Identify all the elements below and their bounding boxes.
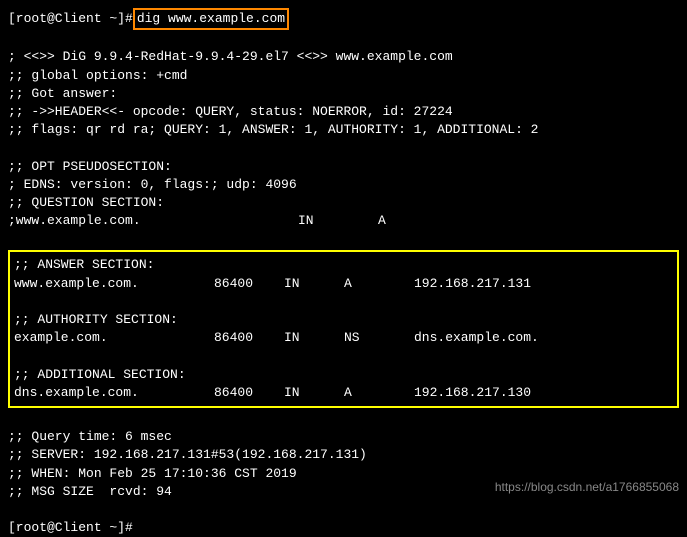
blank-line: [8, 410, 679, 428]
blank-line: [8, 30, 679, 48]
authority-section-title: ;; AUTHORITY SECTION:: [14, 311, 673, 329]
shell-prompt-idle[interactable]: [root@Client ~]#: [8, 519, 679, 537]
additional-type: A: [344, 384, 414, 402]
additional-name: dns.example.com.: [14, 384, 214, 402]
command-highlight-box: dig www.example.com: [133, 8, 289, 30]
got-answer-line: ;; Got answer:: [8, 85, 679, 103]
dns-sections-highlight-box: ;; ANSWER SECTION: www.example.com. 8640…: [8, 250, 679, 408]
authority-row: example.com. 86400 IN NS dns.example.com…: [14, 329, 673, 347]
answer-ttl: 86400: [214, 275, 284, 293]
authority-data: dns.example.com.: [414, 329, 673, 347]
additional-class: IN: [284, 384, 344, 402]
flags-line: ;; flags: qr rd ra; QUERY: 1, ANSWER: 1,…: [8, 121, 679, 139]
additional-ttl: 86400: [214, 384, 284, 402]
header-opcode-line: ;; ->>HEADER<<- opcode: QUERY, status: N…: [8, 103, 679, 121]
dig-command: dig www.example.com: [137, 11, 285, 26]
authority-class: IN: [284, 329, 344, 347]
additional-row: dns.example.com. 86400 IN A 192.168.217.…: [14, 384, 673, 402]
dig-version-line: ; <<>> DiG 9.9.4-RedHat-9.9.4-29.el7 <<>…: [8, 48, 679, 66]
question-name: ;www.example.com.: [8, 212, 298, 230]
global-options-line: ;; global options: +cmd: [8, 67, 679, 85]
answer-row: www.example.com. 86400 IN A 192.168.217.…: [14, 275, 673, 293]
query-time-line: ;; Query time: 6 msec: [8, 428, 679, 446]
question-section-title: ;; QUESTION SECTION:: [8, 194, 679, 212]
edns-line: ; EDNS: version: 0, flags:; udp: 4096: [8, 176, 679, 194]
answer-name: www.example.com.: [14, 275, 214, 293]
additional-data: 192.168.217.130: [414, 384, 673, 402]
shell-prompt: [root@Client ~]#: [8, 10, 133, 28]
answer-class: IN: [284, 275, 344, 293]
question-row: ;www.example.com. IN A: [8, 212, 679, 230]
answer-section-title: ;; ANSWER SECTION:: [14, 256, 673, 274]
authority-type: NS: [344, 329, 414, 347]
question-type: A: [378, 212, 679, 230]
question-class: IN: [298, 212, 378, 230]
answer-type: A: [344, 275, 414, 293]
command-prompt-line[interactable]: [root@Client ~]# dig www.example.com: [8, 8, 679, 30]
additional-section-title: ;; ADDITIONAL SECTION:: [14, 366, 673, 384]
blank-line: [8, 139, 679, 157]
authority-ttl: 86400: [214, 329, 284, 347]
blank-line: [8, 230, 679, 248]
authority-name: example.com.: [14, 329, 214, 347]
blank-line: [8, 501, 679, 519]
opt-pseudosection-title: ;; OPT PSEUDOSECTION:: [8, 158, 679, 176]
watermark-text: https://blog.csdn.net/a1766855068: [495, 479, 679, 496]
server-line: ;; SERVER: 192.168.217.131#53(192.168.21…: [8, 446, 679, 464]
blank-line: [14, 293, 673, 311]
blank-line: [14, 347, 673, 365]
answer-data: 192.168.217.131: [414, 275, 673, 293]
